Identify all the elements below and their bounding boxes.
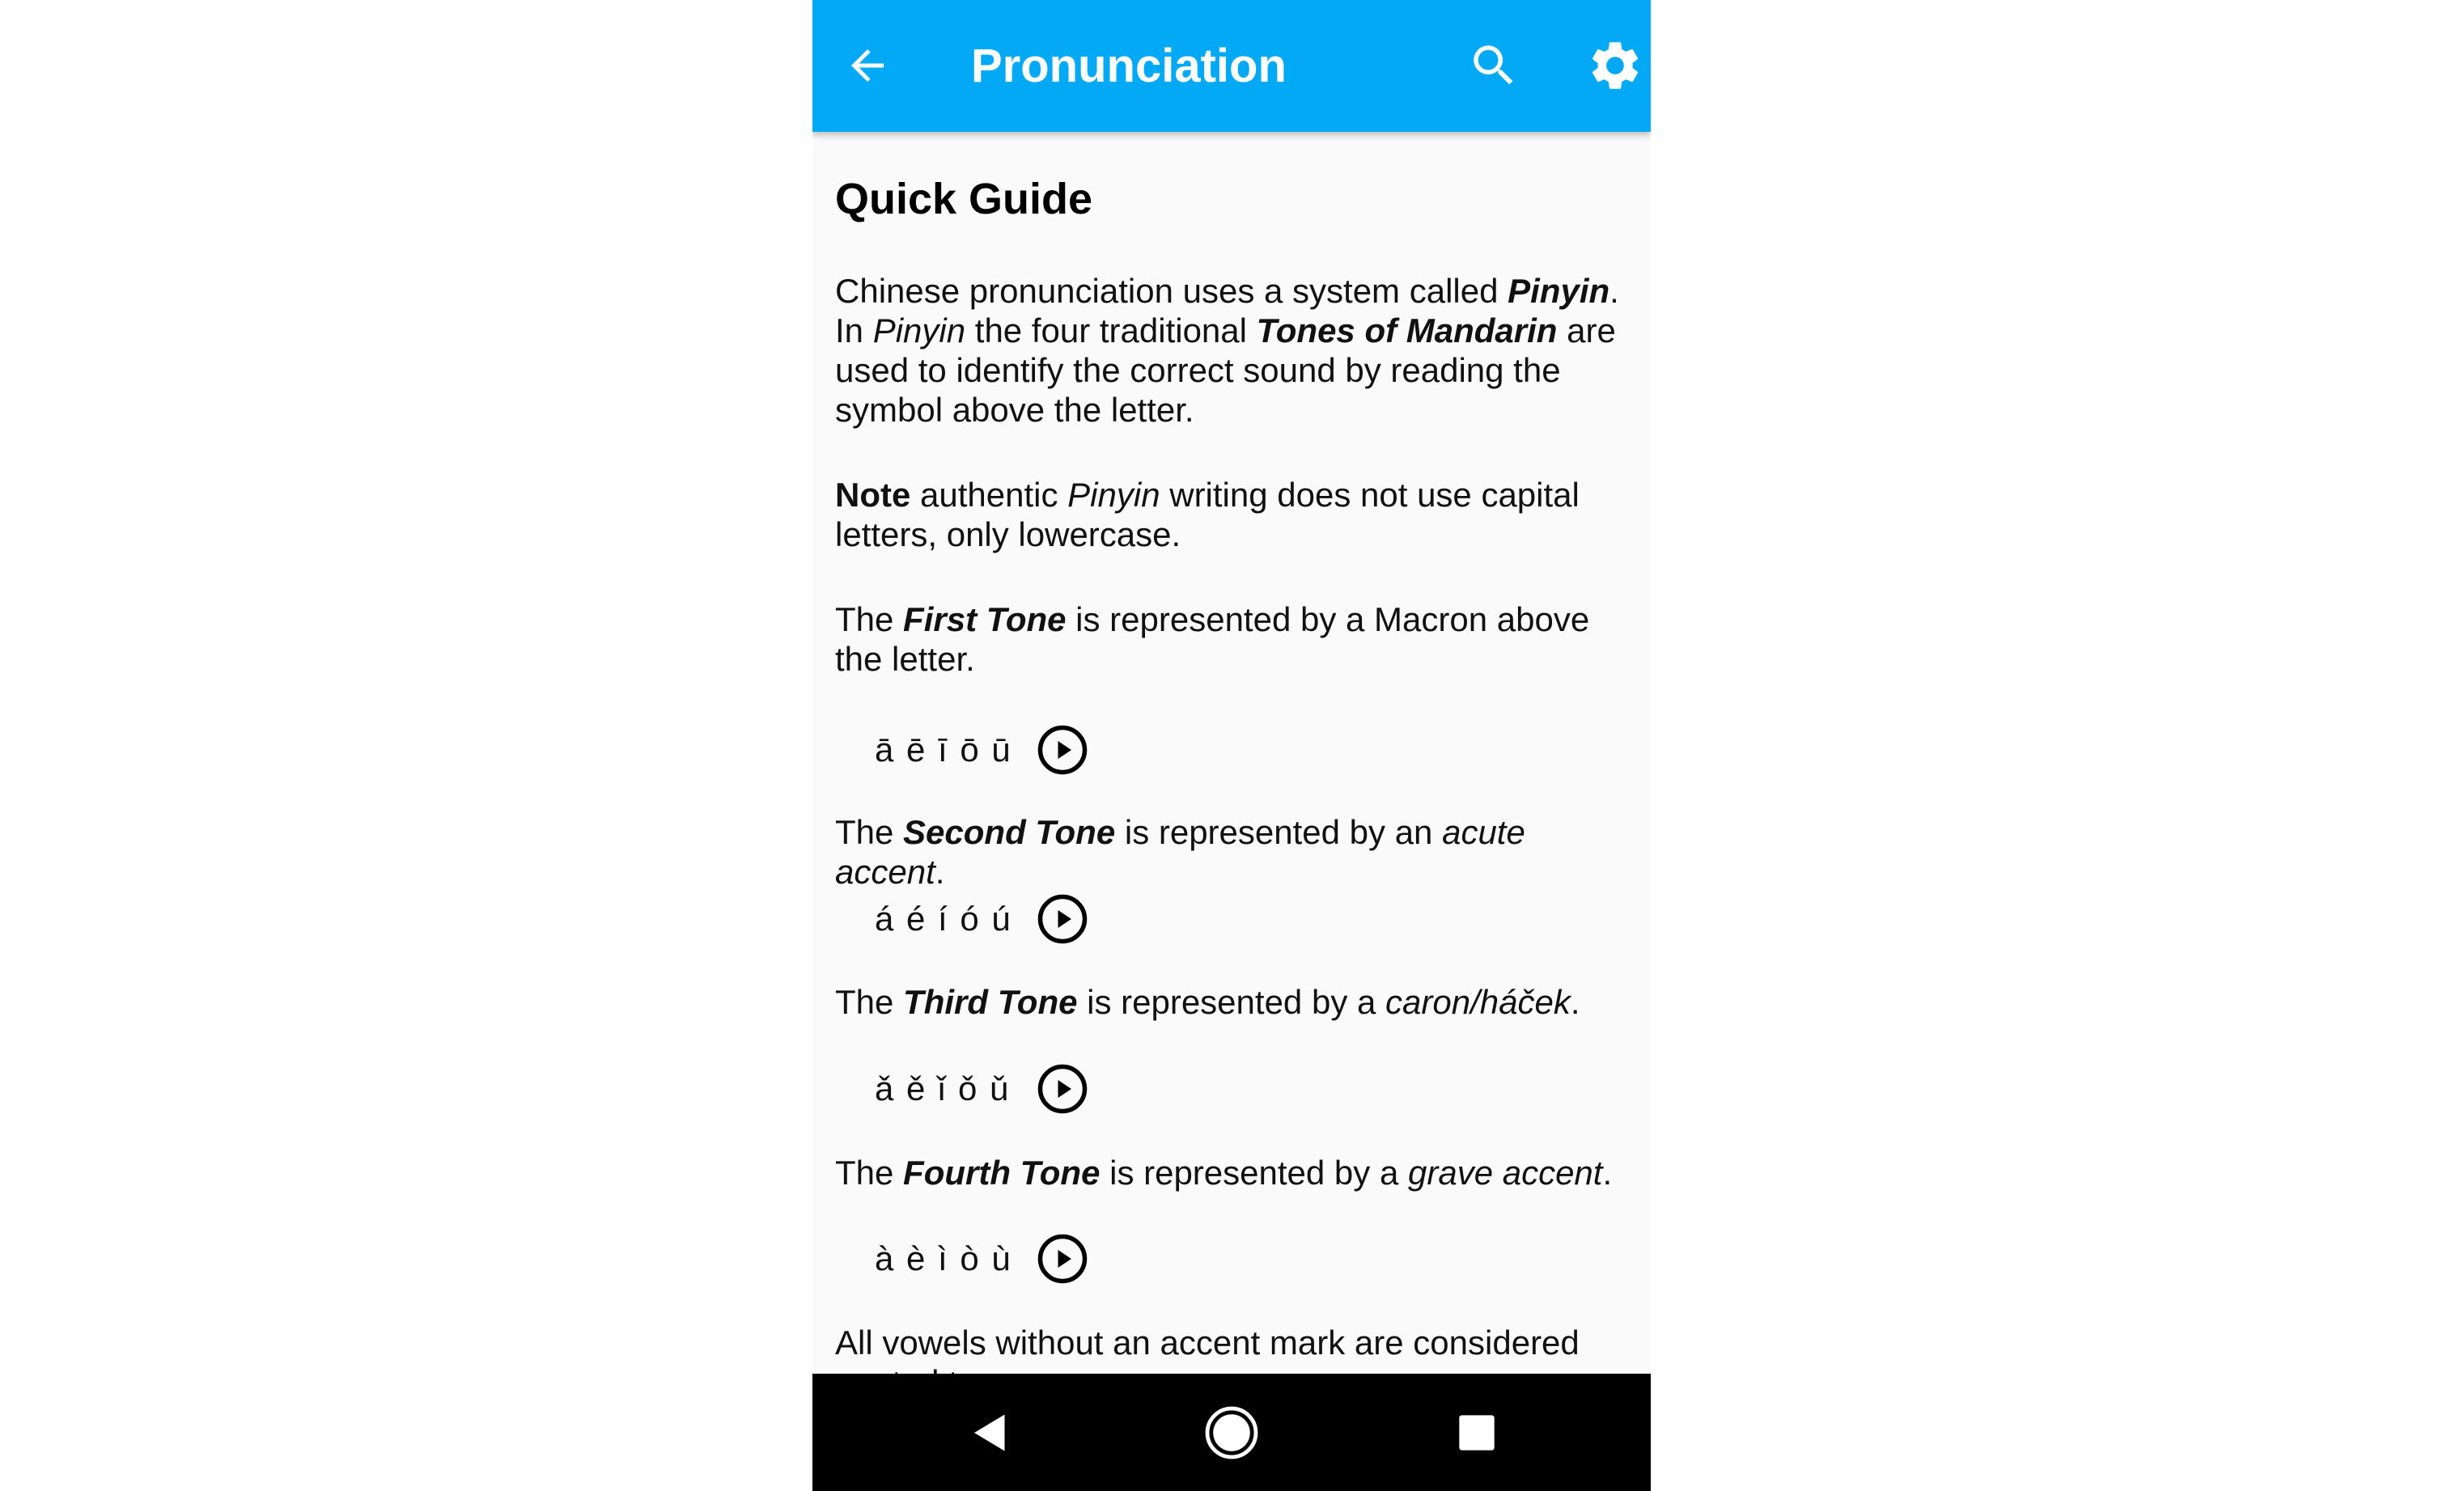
third-tone-vowels: ǎ ě ǐ ǒ ǔ [875, 1070, 1011, 1108]
intro-paragraph: Chinese pronunciation uses a system call… [835, 271, 1628, 430]
nav-home-icon [1205, 1406, 1258, 1459]
tone-text: is represented by an [1115, 813, 1443, 851]
nav-home-button[interactable] [1195, 1396, 1268, 1469]
gear-icon [1592, 42, 1639, 89]
tone-text: . [935, 853, 945, 891]
nav-back-icon [974, 1414, 1005, 1451]
fourth-tone-vowels: à è ì ò ù [875, 1239, 1012, 1277]
page-title: Pronunciation [971, 40, 1287, 92]
first-tone-vowel-row: ā ē ī ō ū [875, 721, 1092, 779]
tones-of-mandarin-term: Tones of Mandarin [1256, 311, 1558, 349]
tone-text: . [1570, 983, 1580, 1021]
play-circle-icon [1037, 1234, 1088, 1284]
note-text: authentic [910, 476, 1068, 514]
tone-name: Fourth Tone [903, 1154, 1101, 1192]
intro-text: the four traditional [965, 311, 1257, 349]
nav-recents-icon [1459, 1415, 1495, 1451]
play-third-tone-button[interactable] [1033, 1060, 1092, 1118]
search-icon [1474, 45, 1513, 85]
section-heading: Quick Guide [835, 175, 1093, 223]
tone-text: The [835, 813, 904, 851]
settings-button[interactable] [1583, 33, 1648, 98]
intro-text: Chinese pronunciation uses a system call… [835, 272, 1508, 310]
first-tone-paragraph: The First Tone is represented by a Macro… [835, 599, 1628, 679]
second-tone-vowels: á é í ó ú [875, 900, 1012, 938]
arrow-left-icon [851, 49, 884, 82]
tone-name: First Tone [903, 600, 1067, 638]
play-second-tone-button[interactable] [1033, 890, 1092, 948]
play-circle-icon [1037, 894, 1088, 944]
play-circle-icon [1037, 1064, 1088, 1114]
note-label: Note [835, 476, 911, 514]
fourth-tone-vowel-row: à è ì ò ù [875, 1230, 1092, 1288]
play-circle-icon [1037, 725, 1088, 775]
pinyin-term: Pinyin [1508, 272, 1610, 310]
tone-text: The [835, 983, 904, 1021]
app-bar: Pronunciation [812, 0, 1651, 132]
third-tone-paragraph: The Third Tone is represented by a caron… [835, 982, 1628, 1022]
pinyin-term: Pinyin [1067, 476, 1160, 514]
accent-name: grave accent [1407, 1154, 1603, 1192]
system-nav-bar [812, 1374, 1651, 1491]
search-button[interactable] [1461, 33, 1526, 98]
nav-back-button[interactable] [954, 1396, 1027, 1469]
first-tone-vowels: ā ē ī ō ū [875, 731, 1012, 769]
tone-text: The [835, 1154, 904, 1192]
note-paragraph: Note authentic Pinyin writing does not u… [835, 475, 1628, 554]
third-tone-vowel-row: ǎ ě ǐ ǒ ǔ [875, 1060, 1092, 1118]
tone-name: Second Tone [903, 813, 1116, 851]
guide-content[interactable]: Quick Guide Chinese pronunciation uses a… [812, 132, 1651, 1374]
accent-name: caron/háček [1385, 983, 1571, 1021]
pinyin-term: Pinyin [872, 311, 966, 349]
tone-text: The [835, 600, 904, 638]
second-tone-vowel-row: á é í ó ú [875, 890, 1092, 948]
tone-name: Third Tone [903, 983, 1078, 1021]
back-button[interactable] [835, 33, 900, 98]
tone-text: . [1602, 1154, 1613, 1192]
play-first-tone-button[interactable] [1033, 721, 1092, 779]
fourth-tone-paragraph: The Fourth Tone is represented by a grav… [835, 1153, 1628, 1192]
tone-text: is represented by a [1100, 1154, 1408, 1192]
play-fourth-tone-button[interactable] [1033, 1230, 1092, 1288]
second-tone-paragraph: The Second Tone is represented by an acu… [835, 812, 1628, 892]
nav-recents-button[interactable] [1440, 1396, 1513, 1469]
closing-paragraph: All vowels without an accent mark are co… [835, 1324, 1580, 1374]
phone-screen: Pronunciation Quick Guide Chinese pronun… [812, 0, 1651, 1491]
tone-text: is represented by a [1077, 983, 1386, 1021]
